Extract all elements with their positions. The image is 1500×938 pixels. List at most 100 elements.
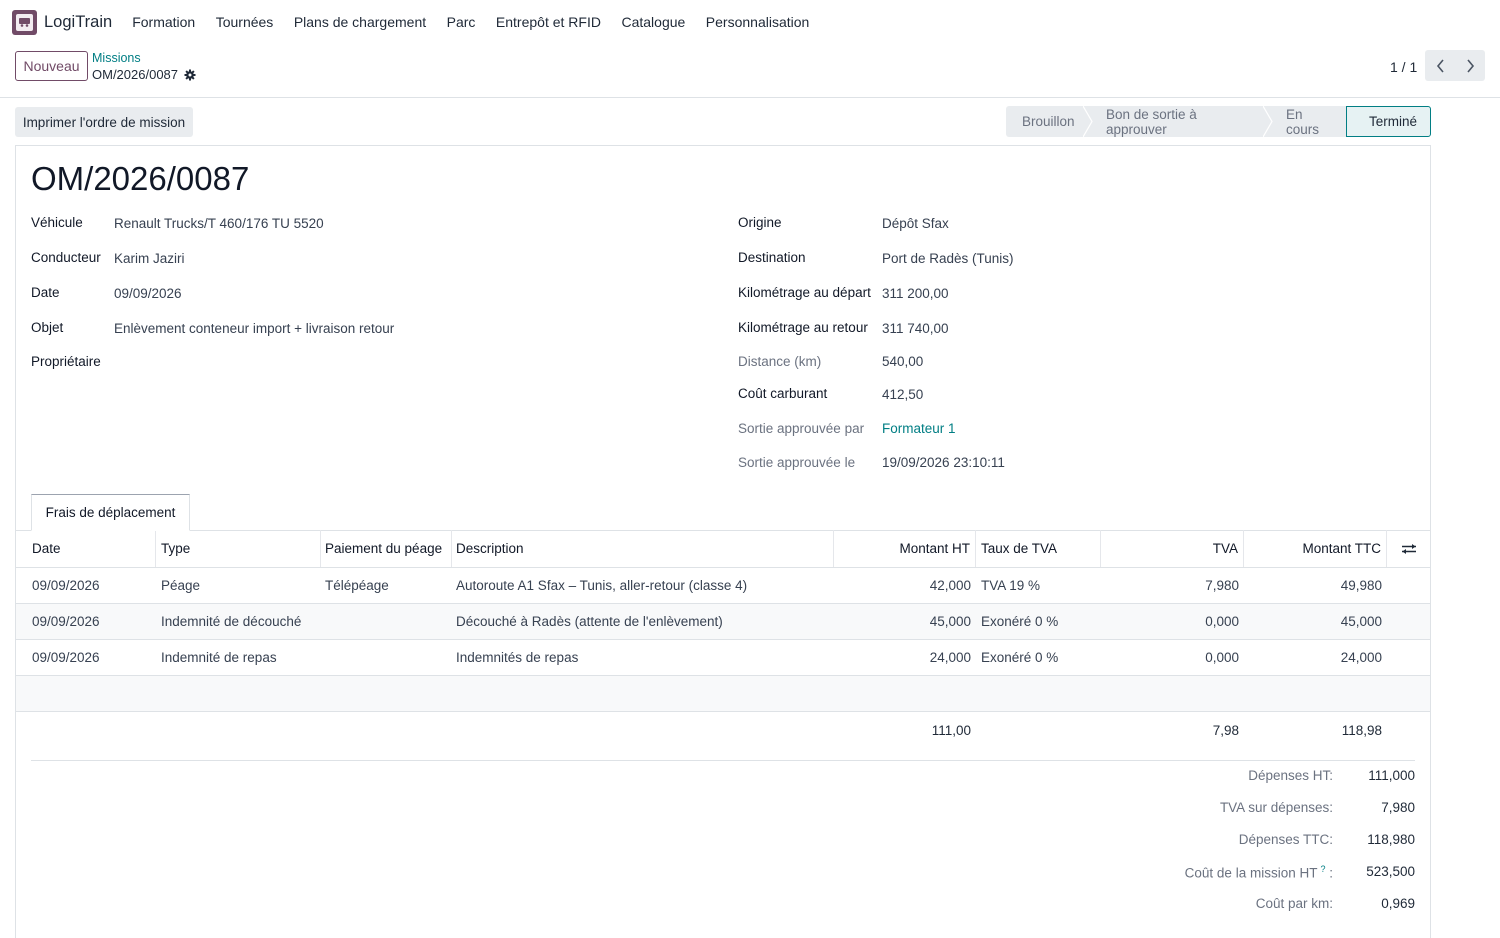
summary-value-depenses-ttc: 118,980: [1367, 832, 1415, 847]
cell-montant-ht: 45,000: [929, 614, 971, 629]
summary-value-cout-mission: 523,500: [1366, 864, 1415, 879]
total-montant-ttc: 118,98: [1341, 722, 1382, 738]
summary-value-tva: 7,980: [1381, 800, 1415, 815]
label-date: Date: [31, 285, 60, 300]
new-button[interactable]: Nouveau: [15, 51, 88, 81]
status-bar: Brouillon Bon de sortie à approuver En c…: [1006, 106, 1431, 137]
cell-montant-ht: 42,000: [929, 578, 971, 593]
field-approuvee-le: 19/09/2026 23:10:11: [882, 455, 1005, 470]
stage-bon-de-sortie[interactable]: Bon de sortie à approuver: [1084, 106, 1273, 137]
field-km-retour[interactable]: 311 740,00: [882, 321, 949, 336]
cell-tva: 0,000: [1205, 650, 1239, 665]
field-cout-carburant[interactable]: 412,50: [882, 387, 923, 402]
print-mission-order-button[interactable]: Imprimer l'ordre de mission: [15, 107, 193, 137]
field-approuvee-par[interactable]: Formateur 1: [882, 421, 956, 436]
menu-formation[interactable]: Formation: [132, 14, 195, 30]
total-tva: 7,98: [1212, 722, 1239, 738]
cell-taux-tva: TVA 19 %: [981, 578, 1041, 593]
column-header-montant-ttc[interactable]: Montant TTC: [1244, 530, 1387, 567]
stage-brouillon[interactable]: Brouillon: [1006, 106, 1093, 137]
field-objet[interactable]: Enlèvement conteneur import + livraison …: [114, 321, 394, 336]
cell-description: Découché à Radès (attente de l'enlèvemen…: [456, 614, 723, 629]
stage-separator-icon: [1083, 106, 1093, 137]
cell-type: Péage: [161, 578, 201, 593]
stage-label: Bon de sortie à approuver: [1106, 106, 1197, 137]
column-header-type[interactable]: Type: [156, 530, 321, 567]
label-km-depart: Kilométrage au départ: [738, 285, 871, 300]
label-cout-carburant: Coût carburant: [738, 386, 828, 401]
field-vehicule[interactable]: Renault Trucks/T 460/176 TU 5520: [114, 216, 324, 231]
menu-catalogue[interactable]: Catalogue: [621, 14, 685, 30]
control-panel: Nouveau Missions OM/2026/0087 1 / 1: [0, 44, 1500, 98]
breadcrumb-current: OM/2026/0087: [92, 67, 196, 82]
total-montant-ht: 111,00: [931, 722, 971, 738]
menu-personnalisation[interactable]: Personnalisation: [706, 14, 810, 30]
summary-label-suffix: :: [1325, 865, 1333, 881]
stage-termine[interactable]: Terminé: [1346, 106, 1431, 137]
field-km-depart[interactable]: 311 200,00: [882, 286, 949, 301]
table-totals-row: 111,00 7,98 118,98: [16, 712, 1430, 748]
field-conducteur[interactable]: Karim Jaziri: [114, 251, 185, 266]
pager-value[interactable]: 1 / 1: [1390, 59, 1417, 75]
app-logo-icon[interactable]: [12, 9, 37, 35]
cell-description: Indemnités de repas: [456, 650, 579, 665]
form-sheet: OM/2026/0087 Véhicule Renault Trucks/T 4…: [15, 145, 1431, 938]
column-header-description[interactable]: Description: [452, 530, 834, 567]
cell-type: Indemnité de repas: [161, 650, 277, 665]
column-header-taux-tva[interactable]: Taux de TVA: [976, 530, 1101, 567]
stage-label: Terminé: [1369, 114, 1418, 129]
menu-parc[interactable]: Parc: [447, 14, 476, 30]
stage-label: En cours: [1286, 106, 1320, 137]
summary-label-depenses-ttc: Dépenses TTC:: [1238, 832, 1333, 847]
cell-description: Autoroute A1 Sfax – Tunis, aller-retour …: [456, 578, 748, 593]
pager-next-button[interactable]: [1455, 50, 1485, 81]
label-destination: Destination: [738, 250, 806, 265]
cell-taux-tva: Exonéré 0 %: [981, 614, 1059, 629]
cell-montant-ht: 24,000: [929, 650, 971, 665]
record-name: OM/2026/0087: [92, 67, 179, 82]
tab-frais-deplacement[interactable]: Frais de déplacement: [31, 494, 190, 531]
cell-date: 09/09/2026: [32, 614, 100, 629]
app-name[interactable]: LogiTrain: [44, 13, 112, 32]
table-row[interactable]: 09/09/2026 Péage Télépéage Autoroute A1 …: [16, 568, 1430, 604]
summary-value-cout-km: 0,969: [1381, 896, 1415, 911]
stage-en-cours[interactable]: En cours: [1264, 106, 1346, 137]
optional-columns-toggle[interactable]: [1387, 530, 1430, 567]
cell-type: Indemnité de découché: [161, 614, 302, 629]
summary-value-depenses-ht: 111,000: [1368, 768, 1415, 783]
column-header-date[interactable]: Date: [16, 530, 156, 567]
menu-plans-chargement[interactable]: Plans de chargement: [294, 14, 426, 30]
field-date[interactable]: 09/09/2026: [114, 286, 182, 301]
label-approuvee-le: Sortie approuvée le: [738, 455, 856, 470]
summary-label-depenses-ht: Dépenses HT:: [1248, 768, 1333, 783]
summary-label-text: Coût de la mission HT: [1184, 865, 1318, 881]
summary-label-cout-km: Coût par km:: [1255, 896, 1333, 911]
top-navbar: LogiTrain Formation Tournées Plans de ch…: [0, 0, 1500, 44]
table-row[interactable]: 09/09/2026 Indemnité de découché Découch…: [16, 604, 1430, 640]
table-empty-row[interactable]: [16, 676, 1430, 712]
cell-tva: 7,980: [1205, 578, 1239, 593]
field-origine[interactable]: Dépôt Sfax: [882, 216, 949, 231]
cell-tva: 0,000: [1205, 614, 1239, 629]
summary-divider: [31, 760, 1415, 761]
pager-previous-button[interactable]: [1425, 50, 1455, 81]
cell-montant-ttc: 45,000: [1340, 614, 1382, 629]
breadcrumb-missions[interactable]: Missions: [92, 51, 141, 65]
chevron-right-icon: [1466, 58, 1474, 73]
column-header-paiement-peage[interactable]: Paiement du péage: [321, 530, 452, 567]
label-approuvee-par: Sortie approuvée par: [738, 421, 865, 436]
sliders-icon: [1401, 543, 1416, 554]
label-proprietaire: Propriétaire: [31, 354, 101, 369]
label-origine: Origine: [738, 215, 782, 230]
label-objet: Objet: [31, 320, 64, 335]
field-destination[interactable]: Port de Radès (Tunis): [882, 251, 1014, 266]
stage-label: Brouillon: [1022, 114, 1075, 129]
menu-tournees[interactable]: Tournées: [216, 14, 274, 30]
column-header-montant-ht[interactable]: Montant HT: [834, 530, 976, 567]
chevron-left-icon: [1436, 58, 1444, 73]
column-header-tva[interactable]: TVA: [1101, 530, 1244, 567]
table-row[interactable]: 09/09/2026 Indemnité de repas Indemnités…: [16, 640, 1430, 676]
label-vehicule: Véhicule: [31, 215, 83, 230]
menu-entrepot-rfid[interactable]: Entrepôt et RFID: [496, 14, 601, 30]
gear-icon[interactable]: [184, 69, 196, 81]
